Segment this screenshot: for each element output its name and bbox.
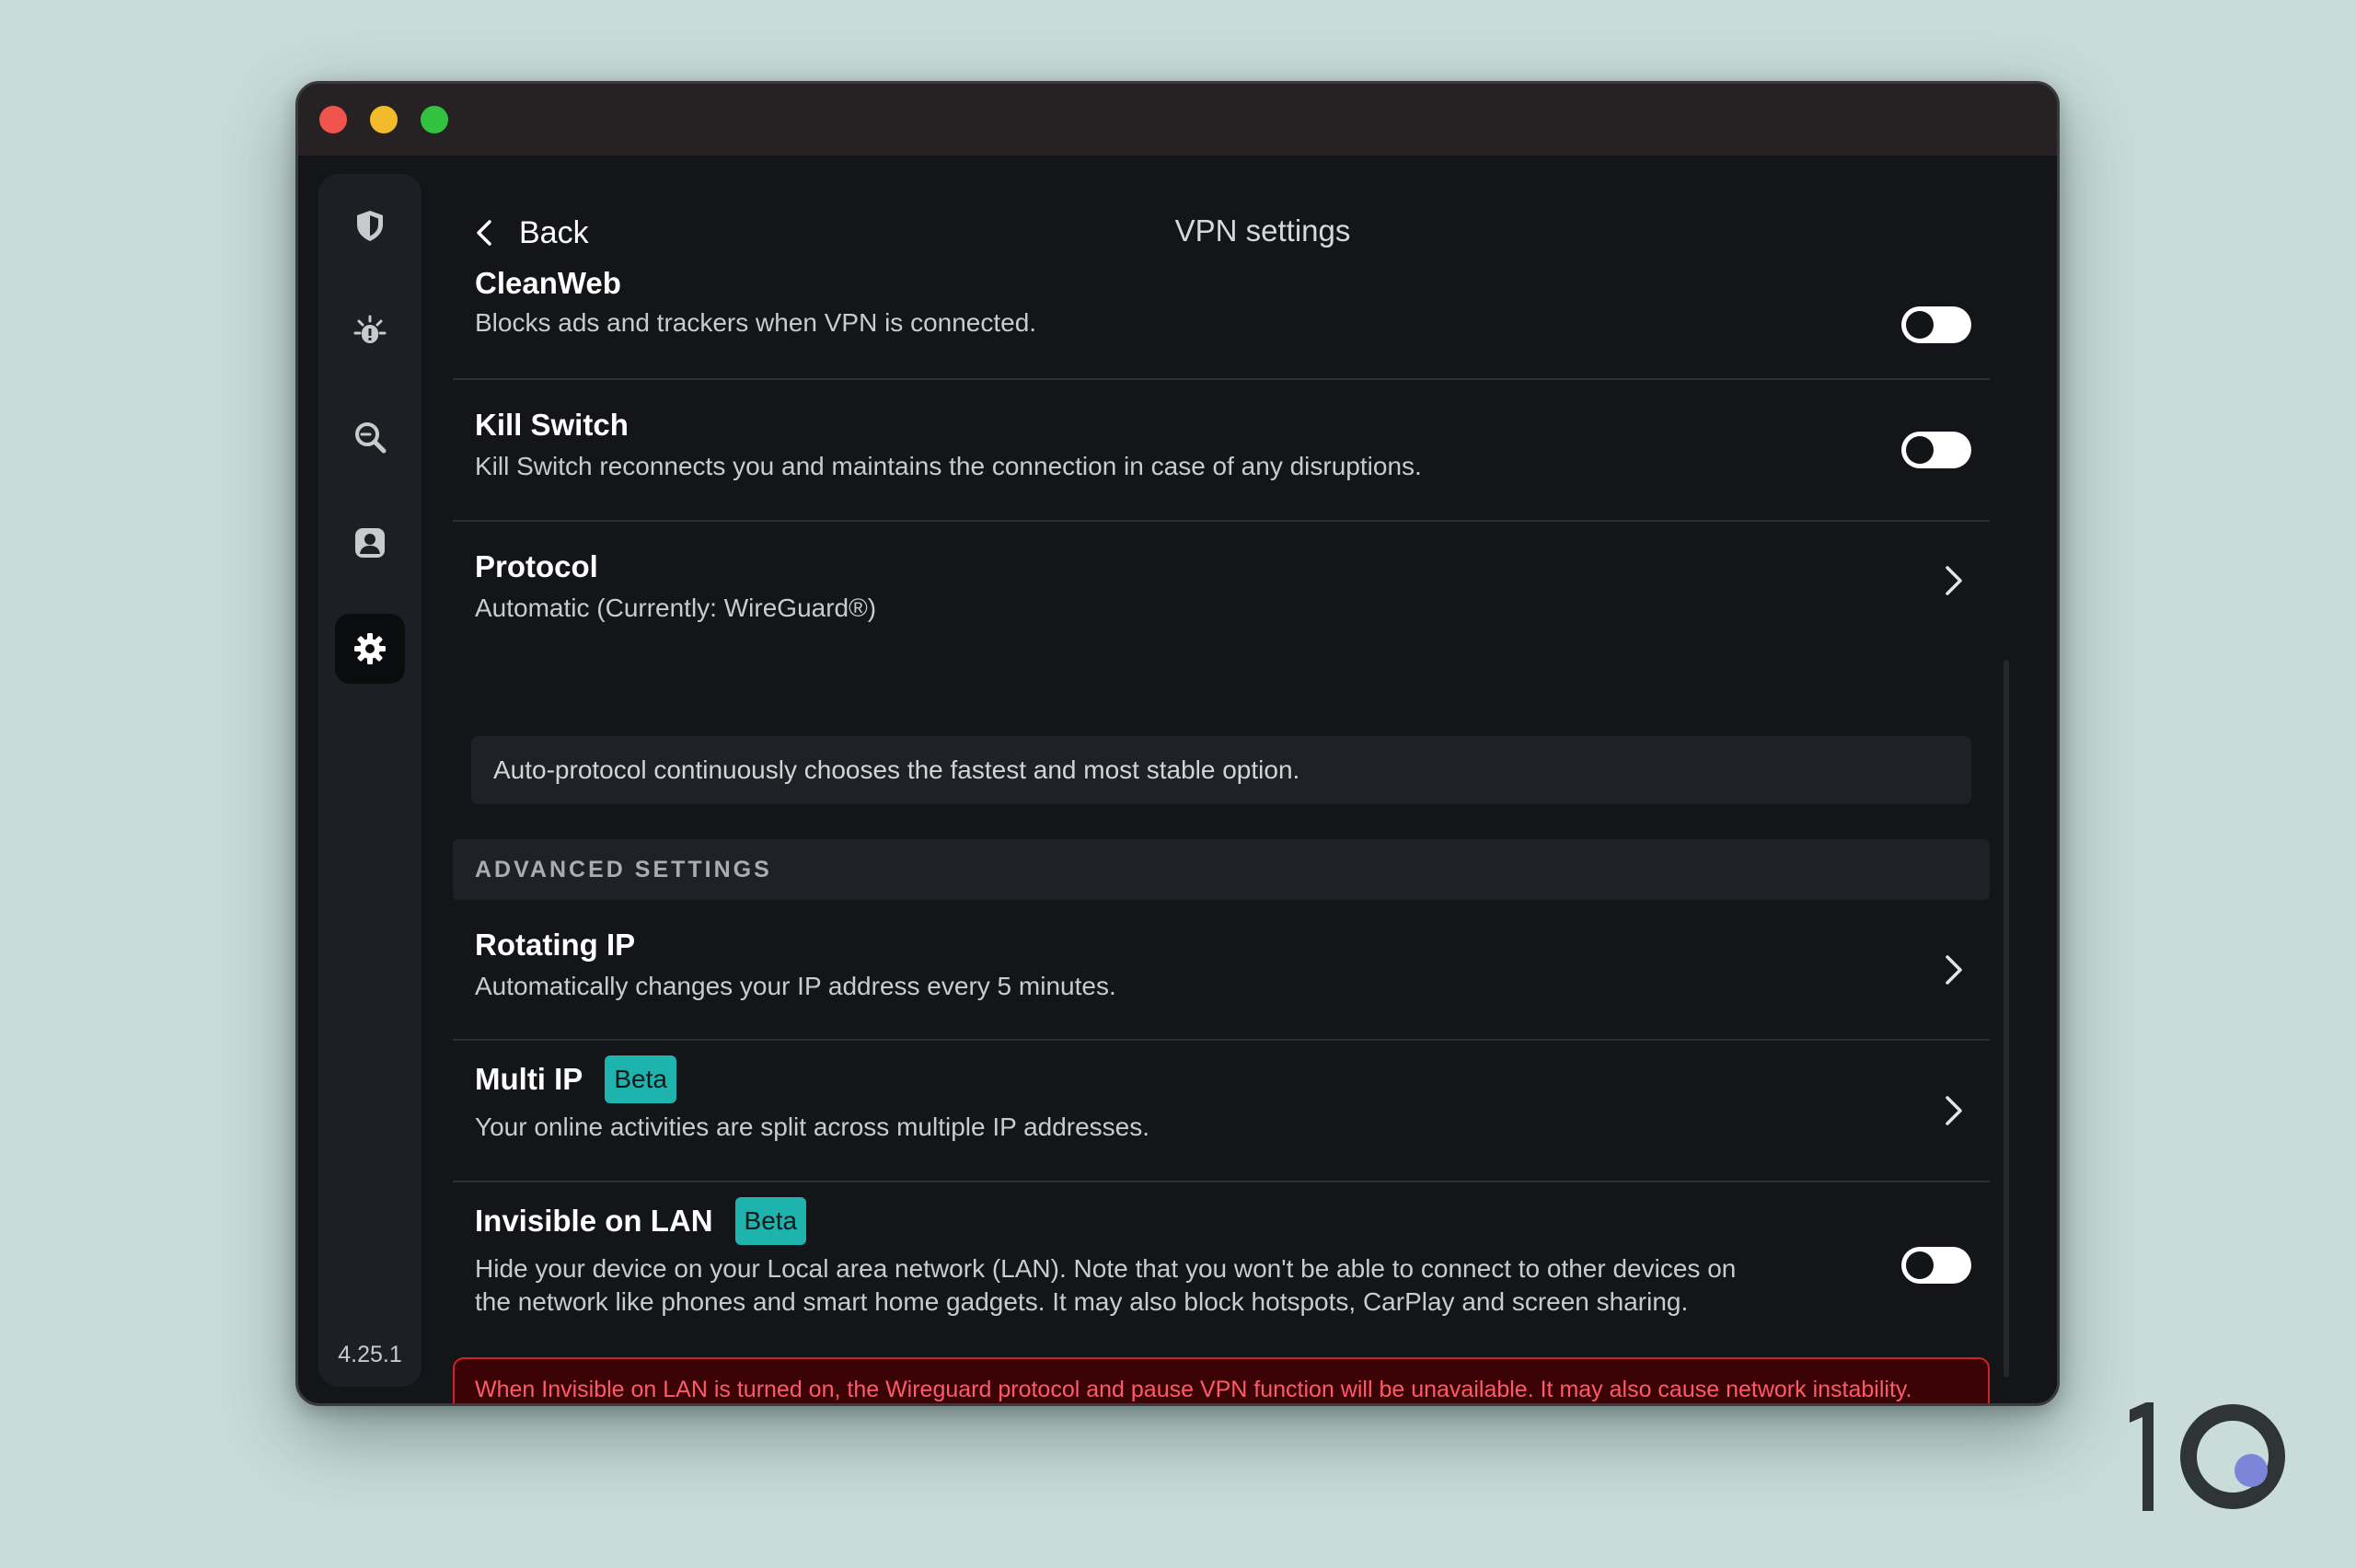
invisible-lan-desc-line2: the network like phones and smart home g… [475, 1287, 1689, 1316]
sidebar-item-alert[interactable] [335, 296, 405, 366]
scrollbar[interactable] [2004, 660, 2009, 1378]
search-icon [355, 422, 387, 454]
invisible-lan-desc-line1: Hide your device on your Local area netw… [475, 1254, 1737, 1283]
invisible-lan-title: Invisible on LAN [475, 1204, 713, 1238]
setting-row-rotating-ip[interactable]: Rotating IP Automatically changes your I… [453, 900, 1990, 1041]
kill-switch-desc: Kill Switch reconnects you and maintains… [475, 452, 1422, 480]
rotating-ip-desc: Automatically changes your IP address ev… [475, 972, 1116, 1000]
page-title: VPN settings [1174, 213, 1351, 248]
back-label: Back [519, 214, 589, 250]
back-button[interactable]: Back [471, 207, 589, 259]
advanced-settings-header: ADVANCED SETTINGS [453, 839, 1990, 900]
protocol-title: Protocol [475, 549, 598, 583]
kill-switch-title: Kill Switch [475, 408, 629, 442]
brand-logo-icon [2130, 1402, 2285, 1511]
invisible-lan-title-group: Invisible on LAN Beta [475, 1197, 807, 1245]
multi-ip-title: Multi IP [475, 1062, 583, 1096]
invisible-lan-warning: When Invisible on LAN is turned on, the … [453, 1357, 1990, 1403]
cleanweb-toggle[interactable] [1901, 306, 1971, 343]
protocol-info-box: Auto-protocol continuously chooses the f… [471, 736, 1971, 804]
setting-row-multi-ip[interactable]: Multi IP Beta Your online activities are… [453, 1041, 1990, 1182]
chevron-right-icon [1946, 566, 1962, 595]
multi-ip-title-group: Multi IP Beta [475, 1055, 676, 1103]
toggle-knob [1906, 436, 1934, 464]
protocol-desc: Automatic (Currently: WireGuard®) [475, 594, 877, 622]
account-icon [355, 528, 385, 558]
sidebar-item-account[interactable] [335, 508, 405, 578]
settings-content: Back VPN settings CleanWeb Blocks ads an… [453, 174, 2057, 1403]
gear-icon [354, 633, 386, 664]
title-bar[interactable] [298, 84, 2057, 156]
chevron-right-icon [1946, 1096, 1962, 1125]
rotating-ip-title: Rotating IP [475, 928, 636, 962]
beta-badge: Beta [734, 1197, 807, 1245]
sidebar-item-vpn[interactable] [335, 190, 405, 260]
app-window: 4.25.1 Back VPN settings CleanWeb Blocks… [295, 81, 2060, 1406]
cleanweb-desc: Blocks ads and trackers when VPN is conn… [475, 308, 1037, 337]
close-window-button[interactable] [319, 106, 347, 133]
sidebar: 4.25.1 [318, 174, 422, 1387]
setting-row-protocol[interactable]: Protocol Automatic (Currently: WireGuard… [453, 522, 1990, 641]
toggle-knob [1906, 1251, 1934, 1279]
beta-badge: Beta [605, 1055, 676, 1103]
cleanweb-title: CleanWeb [475, 266, 621, 300]
chevron-left-icon [477, 220, 491, 246]
shield-icon [357, 211, 383, 241]
setting-row-invisible-lan: Invisible on LAN Beta Hide your device o… [453, 1182, 1990, 1348]
sidebar-item-search[interactable] [335, 402, 405, 472]
setting-row-kill-switch: Kill Switch Kill Switch reconnects you a… [453, 380, 1990, 522]
invisible-lan-toggle[interactable] [1901, 1247, 1971, 1284]
multi-ip-desc: Your online activities are split across … [475, 1113, 1150, 1141]
app-version: 4.25.1 [338, 1342, 402, 1367]
sidebar-item-settings[interactable] [335, 614, 405, 684]
toggle-knob [1906, 311, 1934, 339]
kill-switch-toggle[interactable] [1901, 432, 1971, 468]
zoom-window-button[interactable] [421, 106, 448, 133]
setting-row-cleanweb: CleanWeb Blocks ads and trackers when VP… [453, 266, 1990, 380]
alert-bug-icon [353, 315, 387, 343]
chevron-right-icon [1946, 955, 1962, 985]
minimize-window-button[interactable] [370, 106, 398, 133]
